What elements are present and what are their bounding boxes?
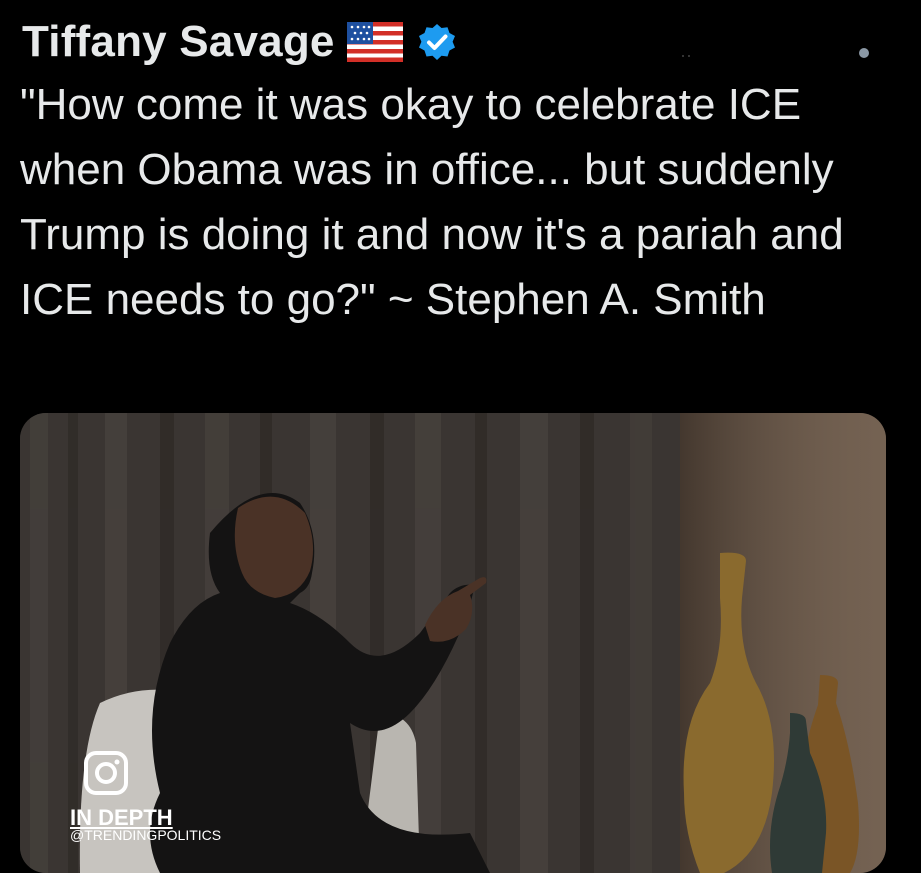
instagram-icon bbox=[86, 753, 126, 793]
tweet-video[interactable]: IN DEPTH @TRENDINGPOLITICS bbox=[20, 413, 886, 873]
verified-badge-icon bbox=[417, 22, 457, 62]
more-options-icon[interactable] bbox=[859, 48, 869, 58]
author-name[interactable]: Tiffany Savage bbox=[22, 17, 335, 67]
tweet-header: Tiffany Savage bbox=[22, 14, 457, 70]
us-flag-icon bbox=[346, 22, 403, 62]
watermark-handle: @TRENDINGPOLITICS bbox=[70, 827, 222, 843]
faint-mark bbox=[680, 48, 700, 57]
tweet-text: "How come it was okay to celebrate ICE w… bbox=[20, 80, 856, 324]
